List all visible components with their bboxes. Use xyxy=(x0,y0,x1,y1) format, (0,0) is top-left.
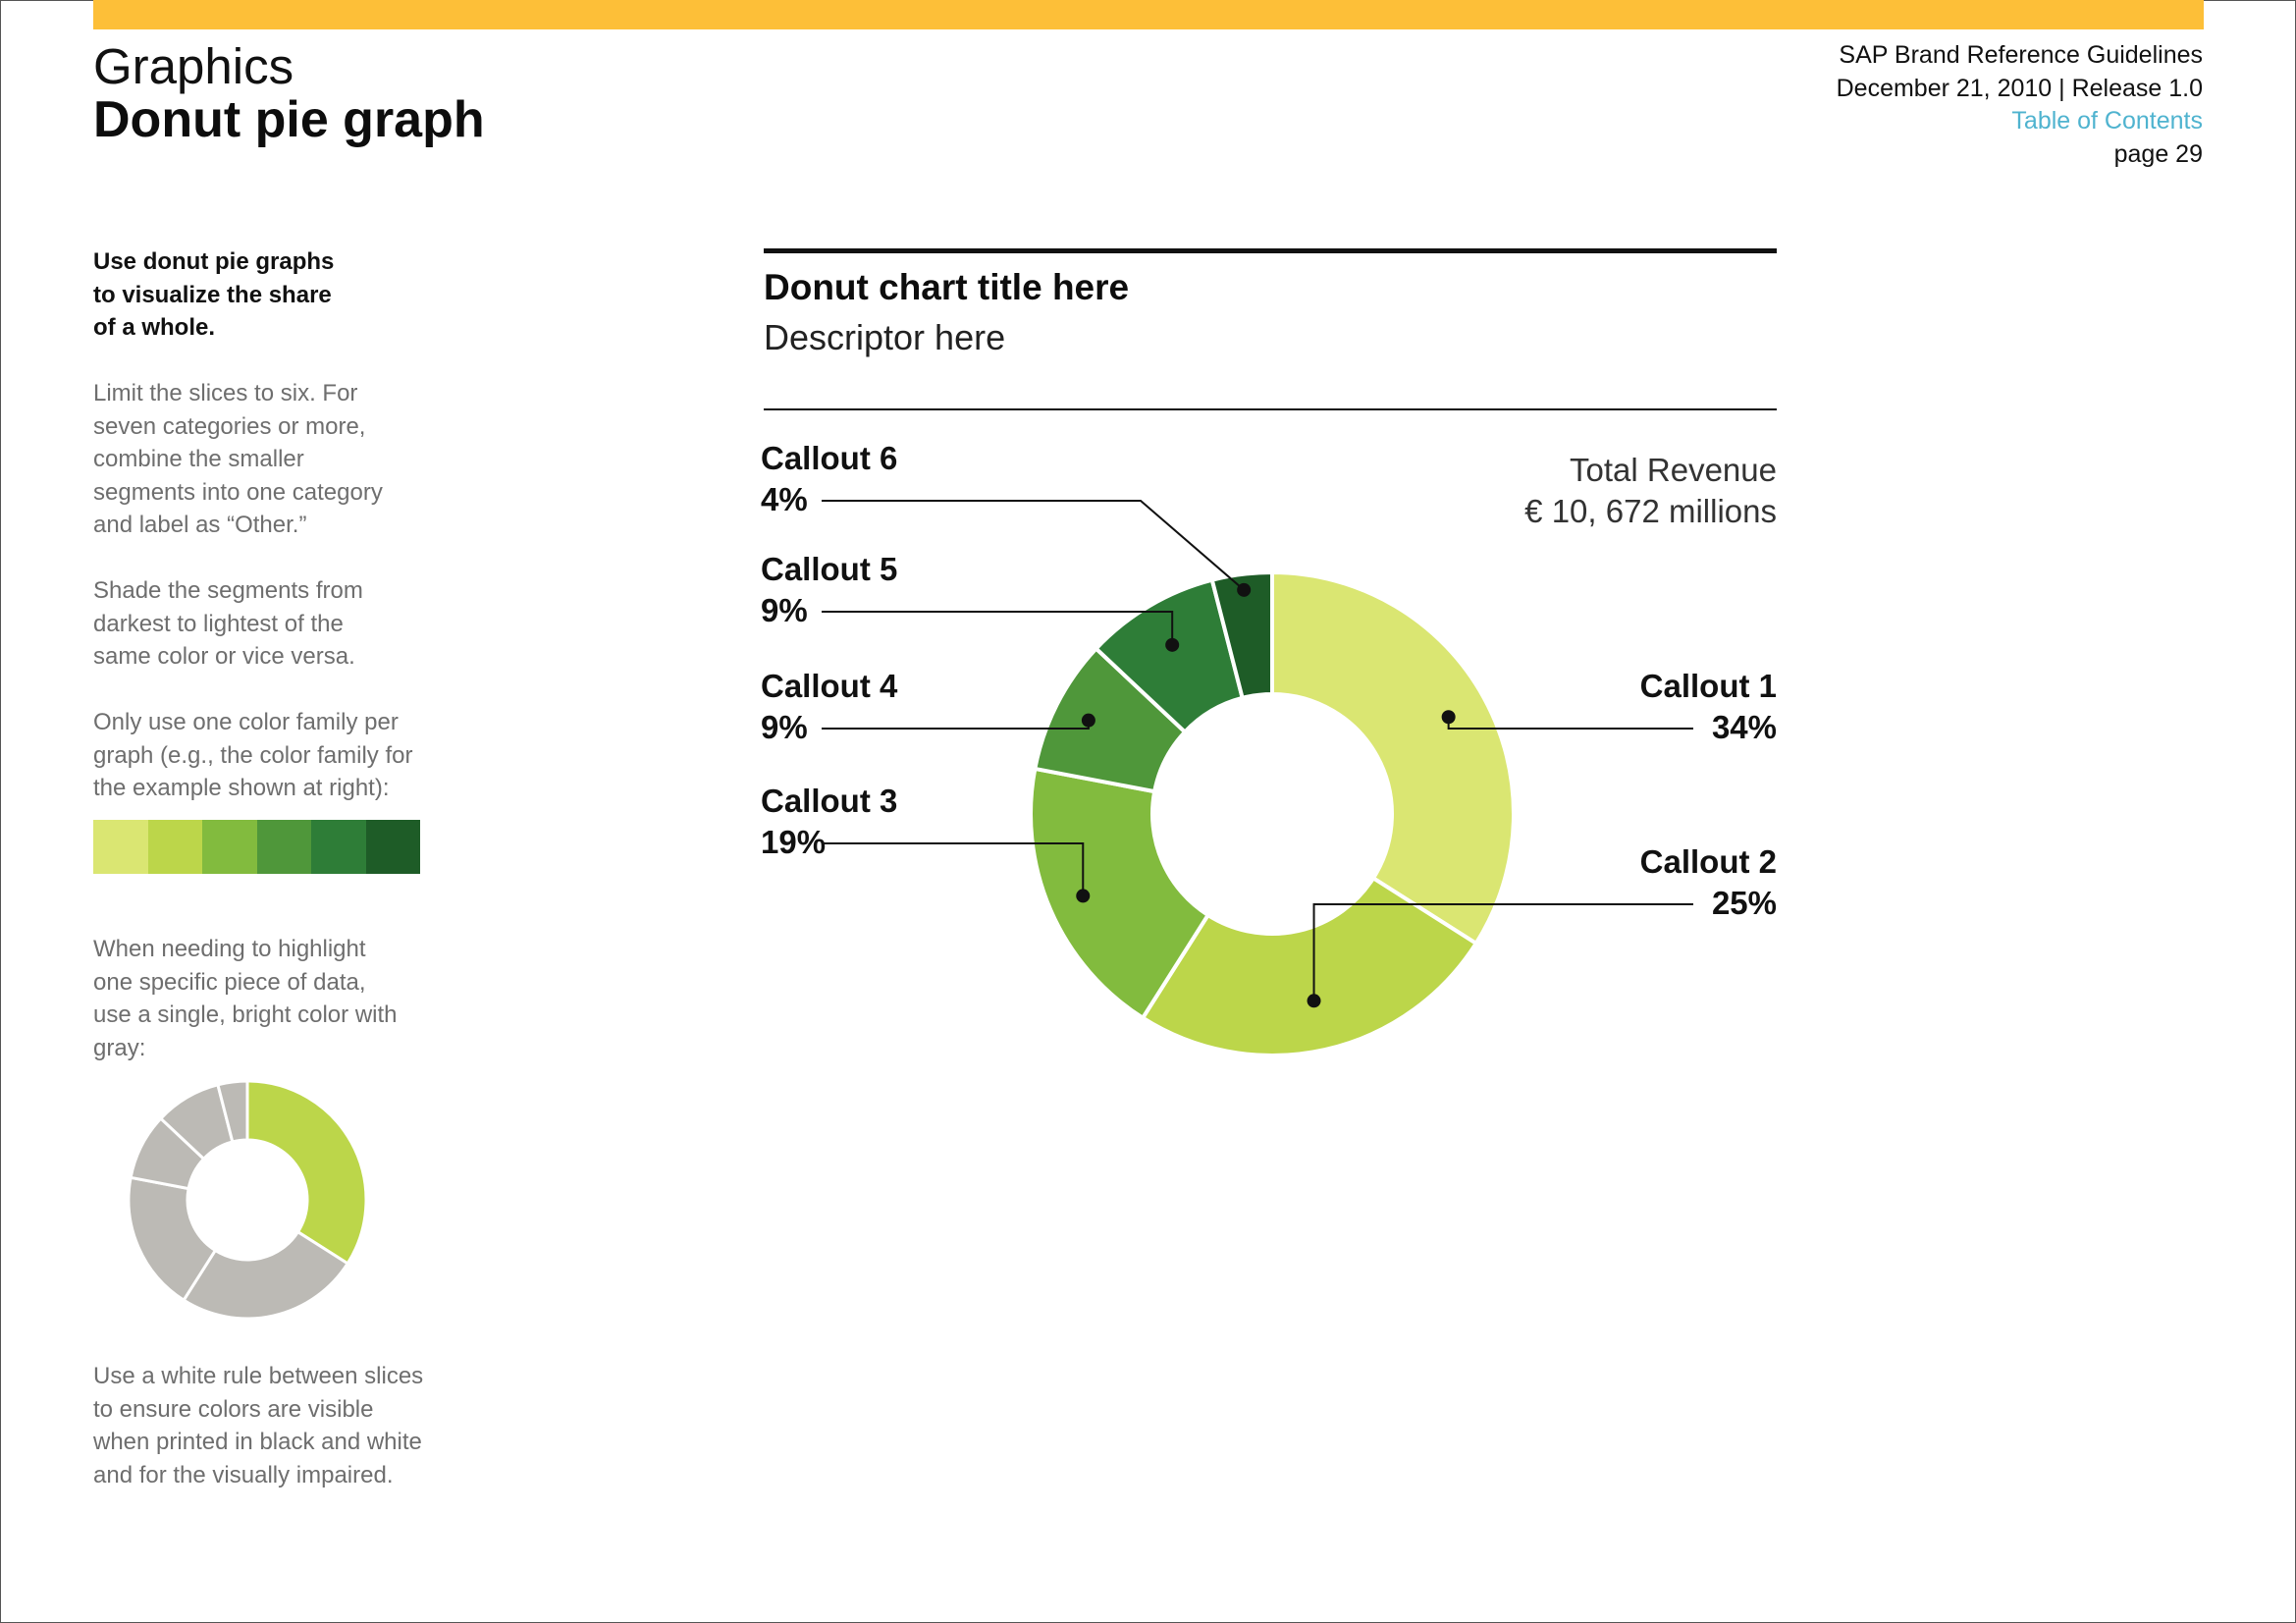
callout-label-4: Callout 4 xyxy=(761,668,898,704)
callout-value-2: 25% xyxy=(1712,885,1777,921)
callout-label-5: Callout 5 xyxy=(761,551,897,587)
callout-dot-5 xyxy=(1165,637,1180,652)
callout-label-3: Callout 3 xyxy=(761,783,897,819)
callout-value-3: 19% xyxy=(761,824,826,860)
callout-dot-1 xyxy=(1441,710,1456,725)
callout-label-1: Callout 1 xyxy=(1640,668,1777,704)
callout-dot-6 xyxy=(1237,582,1252,597)
donut-chart: Callout 1 34% Callout 2 25% Callout 3 19% Call… xyxy=(761,440,1777,1057)
callout-value-5: 9% xyxy=(761,592,808,628)
callout-label-6: Callout 6 xyxy=(761,440,897,476)
donut-slice-1 xyxy=(1270,569,1516,947)
callout-dot-3 xyxy=(1076,889,1091,903)
callout-dot-4 xyxy=(1081,713,1095,728)
callout-value-1: 34% xyxy=(1712,709,1777,745)
callout-label-2: Callout 2 xyxy=(1640,843,1777,880)
callout-dot-2 xyxy=(1307,994,1321,1008)
callout-value-4: 9% xyxy=(761,709,808,745)
callout-value-6: 4% xyxy=(761,481,808,517)
